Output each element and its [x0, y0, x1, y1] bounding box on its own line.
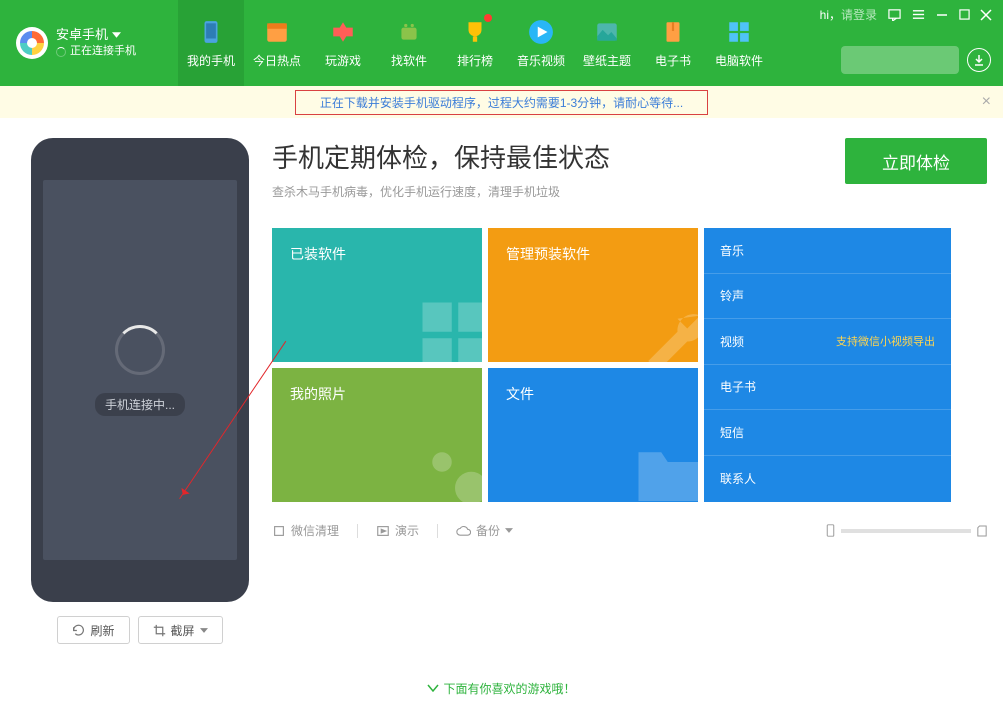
tiles-grid: 已装软件 管理预装软件 我的照片 文件	[272, 228, 987, 502]
phone-screen: 手机连接中...	[43, 180, 237, 560]
brand-title-text: 安卓手机	[56, 26, 108, 44]
android-icon	[395, 18, 423, 46]
storage-indicator	[826, 524, 987, 537]
page-headline: 手机定期体检，保持最佳状态	[272, 138, 610, 175]
demo-link[interactable]: 演示	[376, 522, 419, 539]
connection-status: 正在连接手机	[56, 44, 136, 59]
book-icon	[659, 18, 687, 46]
backup-link[interactable]: 备份	[456, 522, 513, 539]
side-item-music[interactable]: 音乐	[704, 228, 951, 274]
brand-area: 安卓手机 正在连接手机	[0, 0, 178, 86]
folder-icon	[632, 436, 698, 502]
side-item-video[interactable]: 视频支持微信小视频导出	[704, 319, 951, 365]
phone-preview-column: 手机连接中... 刷新 截屏	[28, 138, 252, 675]
notice-bar: 正在下载并安装手机驱动程序，过程大约需要1-3分钟，请耐心等待... ×	[0, 86, 1003, 118]
apps-grid-icon	[416, 296, 482, 362]
screenshot-button[interactable]: 截屏	[138, 616, 223, 644]
notice-text: 正在下载并安装手机驱动程序，过程大约需要1-3分钟，请耐心等待...	[295, 90, 708, 115]
menu-icon[interactable]	[911, 8, 925, 22]
cloud-icon	[456, 525, 471, 537]
download-icon	[973, 54, 985, 66]
sd-card-icon	[977, 525, 987, 537]
scan-now-button[interactable]: 立即体检	[845, 138, 987, 184]
search-box	[841, 46, 959, 74]
nav-tabs: 我的手机 今日热点 玩游戏 找软件 排行榜 音乐视频 壁纸主题	[178, 0, 772, 86]
tab-software[interactable]: 找软件	[376, 0, 442, 86]
storage-bar-track	[841, 529, 971, 533]
phone-storage-icon	[826, 524, 835, 537]
chevron-down-icon	[200, 628, 208, 633]
side-item-sms[interactable]: 短信	[704, 410, 951, 456]
footer-promo[interactable]: 下面有你喜欢的游戏哦！	[0, 675, 1003, 701]
maximize-button[interactable]	[957, 8, 971, 22]
wechat-clean-link[interactable]: 微信清理	[272, 522, 339, 539]
notification-dot-icon	[484, 14, 492, 22]
greeting-text: hi，请登录	[820, 6, 877, 23]
refresh-icon	[72, 624, 85, 637]
divider	[437, 524, 438, 538]
top-right-controls: hi，请登录	[820, 6, 993, 23]
crop-icon	[153, 624, 166, 637]
refresh-button[interactable]: 刷新	[57, 616, 129, 644]
brand-title[interactable]: 安卓手机	[56, 26, 136, 44]
tab-music-video[interactable]: 音乐视频	[508, 0, 574, 86]
tile-files[interactable]: 文件	[488, 368, 698, 502]
phone-icon	[197, 18, 225, 46]
login-link[interactable]: 请登录	[841, 8, 877, 22]
main-content: 手机连接中... 刷新 截屏 手机定期体检，保持最佳状态 查杀木马手机病毒，优化…	[0, 118, 1003, 675]
phone-frame: 手机连接中...	[31, 138, 249, 602]
minimize-button[interactable]	[935, 8, 949, 22]
side-item-ringtone[interactable]: 铃声	[704, 274, 951, 320]
picture-icon	[593, 18, 621, 46]
tab-my-phone[interactable]: 我的手机	[178, 0, 244, 86]
tab-hot-today[interactable]: 今日热点	[244, 0, 310, 86]
broom-icon	[272, 524, 286, 538]
tab-pc-software[interactable]: 电脑软件	[706, 0, 772, 86]
tab-games[interactable]: 玩游戏	[310, 0, 376, 86]
feedback-icon[interactable]	[887, 8, 901, 22]
tile-installed-apps[interactable]: 已装软件	[272, 228, 482, 362]
close-button[interactable]	[979, 8, 993, 22]
wrench-icon	[632, 296, 698, 362]
top-bar: 安卓手机 正在连接手机 我的手机 今日热点 玩游戏 找软件	[0, 0, 1003, 86]
video-hint: 支持微信小视频导出	[836, 333, 935, 349]
search-area	[841, 46, 991, 74]
tab-wallpaper[interactable]: 壁纸主题	[574, 0, 640, 86]
spinner-icon	[56, 47, 66, 57]
chevron-down-icon	[427, 684, 439, 692]
tab-rankings[interactable]: 排行榜	[442, 0, 508, 86]
chevron-down-icon	[112, 32, 121, 38]
play-icon	[527, 18, 555, 46]
dashboard-column: 手机定期体检，保持最佳状态 查杀木马手机病毒，优化手机运行速度，清理手机垃圾 立…	[272, 138, 987, 675]
trophy-icon	[461, 18, 489, 46]
notice-close-button[interactable]: ×	[982, 93, 991, 111]
side-item-contacts[interactable]: 联系人	[704, 456, 951, 502]
calendar-icon	[263, 18, 291, 46]
download-manager-button[interactable]	[967, 48, 991, 72]
photo-icon	[416, 436, 482, 502]
tab-ebook[interactable]: 电子书	[640, 0, 706, 86]
page-subtitle: 查杀木马手机病毒，优化手机运行速度，清理手机垃圾	[272, 183, 610, 200]
divider	[357, 524, 358, 538]
loading-spinner-icon	[115, 325, 165, 375]
grid-icon	[725, 18, 753, 46]
app-logo-icon	[16, 27, 48, 59]
chevron-down-icon	[505, 528, 513, 533]
side-category-list: 音乐 铃声 视频支持微信小视频导出 电子书 短信 联系人	[704, 228, 951, 502]
gamepad-icon	[329, 18, 357, 46]
bottom-action-bar: 微信清理 演示 备份	[272, 522, 987, 539]
side-item-ebook[interactable]: 电子书	[704, 365, 951, 411]
loading-text: 手机连接中...	[95, 393, 185, 416]
play-outline-icon	[376, 524, 390, 538]
tile-manage-preinstalled[interactable]: 管理预装软件	[488, 228, 698, 362]
tile-my-photos[interactable]: 我的照片	[272, 368, 482, 502]
